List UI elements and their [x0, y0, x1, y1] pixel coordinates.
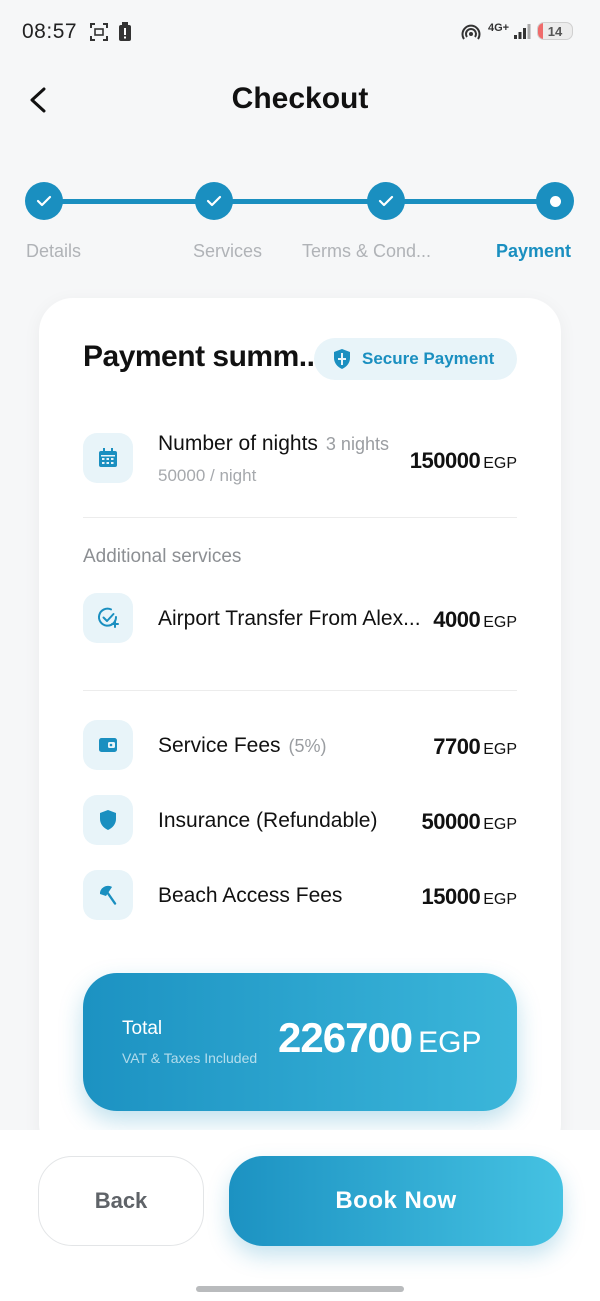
nights-label: Number of nights: [158, 432, 318, 455]
alert-battery-icon: [118, 22, 132, 47]
nights-amount: 150000 EGP: [410, 448, 517, 474]
secure-payment-badge: Secure Payment: [314, 338, 517, 380]
check-icon: [36, 195, 52, 207]
insurance-label: Insurance (Refundable): [158, 809, 378, 832]
check-icon: [378, 195, 394, 207]
insurance-value: 50000: [421, 809, 481, 834]
hotspot-icon: [461, 22, 481, 47]
nights-amount-value: 150000: [409, 448, 481, 473]
wallet-icon: [83, 720, 133, 770]
network-type: 4G+: [488, 22, 510, 34]
step-label-terms[interactable]: Terms & Cond...: [302, 241, 431, 262]
service-fees-text: Service Fees: [158, 734, 281, 757]
nights-rate: 50000 / night: [158, 466, 257, 485]
book-now-button[interactable]: Book Now: [229, 1156, 563, 1246]
service-fees-currency: EGP: [483, 741, 517, 758]
status-bar: 08:57 4G+ 14: [0, 0, 600, 64]
step-label-services[interactable]: Services: [193, 241, 262, 262]
secure-payment-label: Secure Payment: [362, 349, 495, 368]
step-label-payment[interactable]: Payment: [496, 241, 571, 262]
beach-access-currency: EGP: [483, 891, 517, 908]
shield-icon: [334, 349, 350, 369]
shield-icon: [83, 795, 133, 845]
nights-count: 3 nights: [325, 434, 389, 454]
beach-access-label: Beach Access Fees: [158, 884, 343, 907]
payment-summary-title: Payment summ...: [83, 340, 323, 373]
signal-icon: [513, 22, 531, 45]
divider: [83, 690, 517, 691]
total-amount: 226700 EGP: [278, 1014, 482, 1062]
step-terms-dot[interactable]: [367, 182, 405, 220]
additional-services-label: Additional services: [83, 546, 242, 567]
battery-level: 14: [547, 24, 563, 39]
page-title: Checkout: [231, 82, 369, 115]
service-fees-amount: 7700 EGP: [433, 734, 517, 760]
step-details-dot[interactable]: [25, 182, 63, 220]
calendar-icon: [83, 433, 133, 483]
divider: [83, 517, 517, 518]
screenshot-icon: [89, 22, 109, 47]
home-indicator[interactable]: [196, 1286, 404, 1292]
check-icon: [206, 195, 222, 207]
service-amount-value: 4000: [433, 607, 481, 632]
service-fees-label: Service Fees (5%): [158, 734, 327, 758]
beach-umbrella-icon: [83, 870, 133, 920]
nights-currency: EGP: [483, 455, 517, 472]
total-currency: EGP: [418, 1026, 482, 1059]
step-label-details[interactable]: Details: [26, 241, 81, 262]
check-add-icon: [83, 593, 133, 643]
service-fees-value: 7700: [433, 734, 481, 759]
beach-access-amount: 15000 EGP: [422, 884, 517, 910]
insurance-currency: EGP: [483, 816, 517, 833]
service-currency: EGP: [483, 614, 517, 631]
step-payment-dot[interactable]: [536, 182, 574, 220]
service-fees-note: (5%): [288, 736, 327, 756]
total-sub-label: VAT & Taxes Included: [122, 1050, 258, 1066]
total-label: Total: [122, 1018, 163, 1039]
back-button[interactable]: Back: [38, 1156, 204, 1246]
service-airport-transfer-label: Airport Transfer From Alex...: [158, 607, 421, 630]
nights-row-label: Number of nights 3 nights: [158, 432, 389, 456]
step-services-dot[interactable]: [195, 182, 233, 220]
service-airport-transfer-amount: 4000 EGP: [433, 607, 517, 633]
total-amount-value: 226700: [278, 1014, 413, 1061]
battery-indicator: 14: [537, 22, 573, 40]
status-time: 08:57: [22, 20, 78, 43]
insurance-amount: 50000 EGP: [422, 809, 517, 835]
stepper-track: [44, 199, 555, 204]
beach-access-value: 15000: [421, 884, 481, 909]
